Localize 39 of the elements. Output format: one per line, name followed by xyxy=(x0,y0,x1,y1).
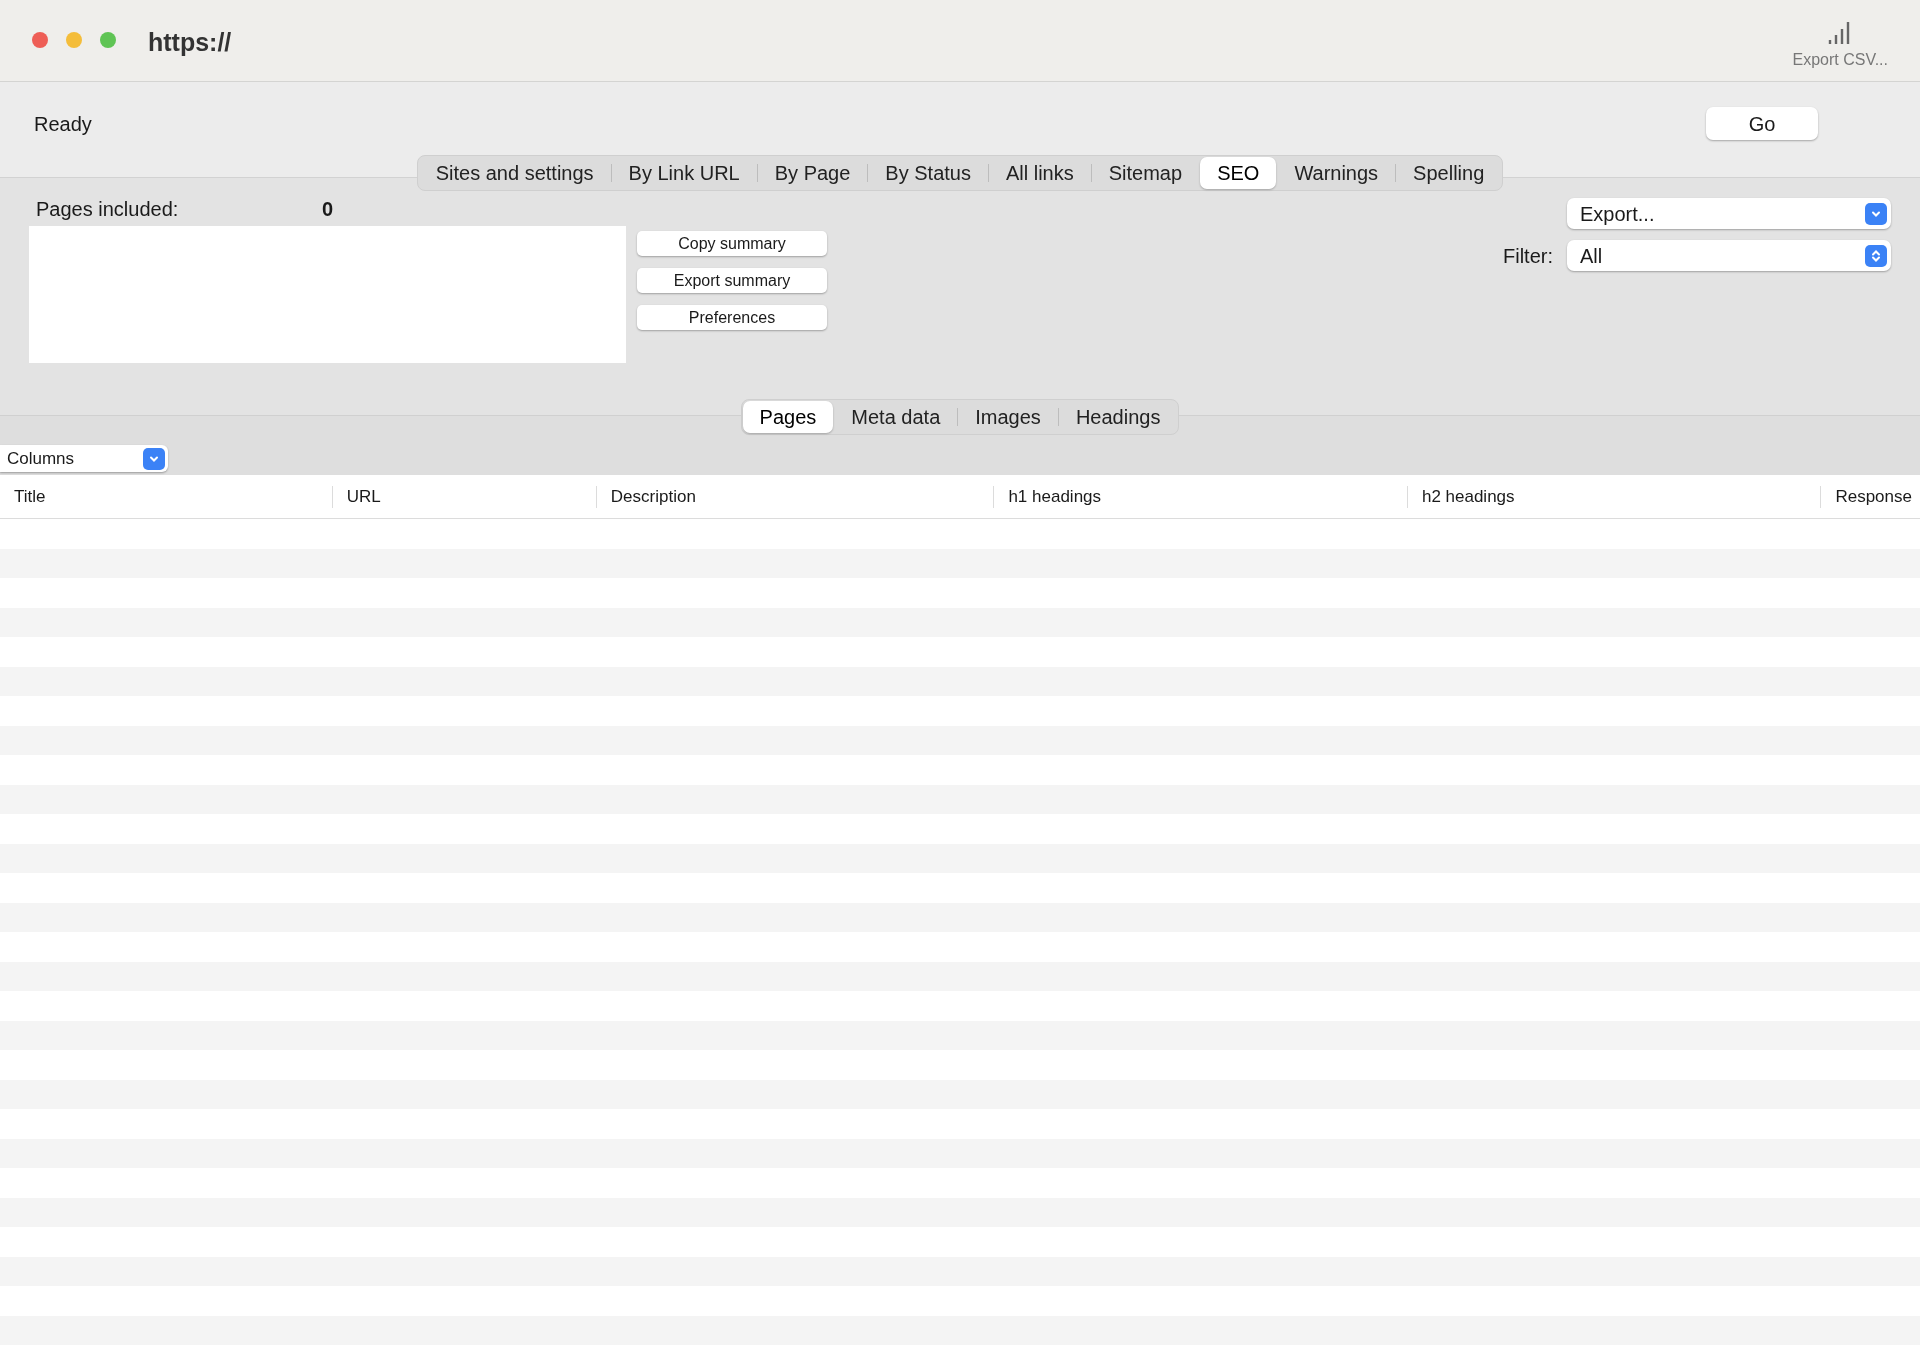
zoom-window-button[interactable] xyxy=(100,32,116,48)
chevron-down-icon xyxy=(1865,202,1887,225)
pages-included-label: Pages included: xyxy=(36,197,180,222)
tab[interactable]: Sites and settings xyxy=(418,157,611,189)
summary-button[interactable]: Export summary xyxy=(637,268,827,293)
close-window-button[interactable] xyxy=(32,32,48,48)
summary-text-area[interactable] xyxy=(29,226,626,363)
export-dropdown[interactable]: Export... xyxy=(1567,198,1891,229)
window-title: https:// xyxy=(148,27,232,58)
tab[interactable]: Spelling xyxy=(1396,157,1502,189)
filter-dropdown[interactable]: All xyxy=(1567,240,1891,271)
tab[interactable]: By Page xyxy=(757,157,868,189)
tab[interactable]: By Status xyxy=(868,157,988,189)
stepper-chevrons-icon xyxy=(1865,244,1887,267)
column-header[interactable]: URL xyxy=(338,483,389,510)
minimize-window-button[interactable] xyxy=(66,32,82,48)
tab[interactable]: All links xyxy=(988,157,1091,189)
column-header[interactable]: Response xyxy=(1827,483,1920,510)
columns-dropdown[interactable]: Columns xyxy=(0,445,168,472)
tab[interactable]: Sitemap xyxy=(1091,157,1200,189)
tab[interactable]: Headings xyxy=(1058,401,1178,433)
pages-included-count: 0 xyxy=(322,197,334,222)
tab[interactable]: Warnings xyxy=(1277,157,1396,189)
column-header[interactable]: h1 headings xyxy=(1000,483,1110,510)
chevron-down-icon xyxy=(143,447,165,470)
summary-button[interactable]: Preferences xyxy=(637,305,827,330)
export-csv-button[interactable]: Export CSV... xyxy=(1792,48,1888,72)
tab[interactable]: Meta data xyxy=(834,401,958,433)
tab[interactable]: Images xyxy=(958,401,1058,433)
filter-label: Filter: xyxy=(1503,243,1553,269)
tab[interactable]: Pages xyxy=(742,401,834,433)
go-button[interactable]: Go xyxy=(1706,107,1818,140)
tab[interactable]: SEO xyxy=(1200,157,1277,189)
tab[interactable]: By Link URL xyxy=(611,157,757,189)
column-header[interactable]: Description xyxy=(602,483,704,510)
summary-button[interactable]: Copy summary xyxy=(637,231,827,256)
status-text: Ready xyxy=(34,111,92,137)
column-header[interactable]: Title xyxy=(6,483,54,510)
column-header[interactable]: h2 headings xyxy=(1413,483,1523,510)
